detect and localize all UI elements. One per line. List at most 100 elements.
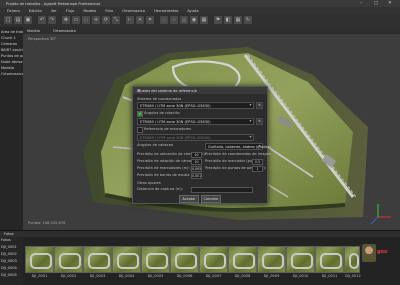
brand-logo: geo [377,249,388,255]
capture-distance-input[interactable] [191,187,253,193]
list-item[interactable]: DJI_0005 [1,273,17,277]
workspace-item[interactable]: Modelo [1,66,14,70]
photos-tab[interactable]: Fotos [4,232,14,236]
photo-thumbnail[interactable]: DJI_0008 [228,246,257,278]
navigation-icon[interactable]: ✥ [62,16,70,24]
camera-system-value: ETRS89 / UTM zone 30N (EPSG::25830) [140,119,211,124]
points-icon[interactable]: ∴ [160,16,168,24]
photo-thumbnail[interactable]: DJI_0007 [199,246,228,278]
scalebar-accuracy-input[interactable]: 0.001 [191,173,202,179]
photo-label: DJI_0001 [31,274,48,278]
camera-system-select[interactable]: ETRS89 / UTM zone 30N (EPSG::25830) ▾ [137,118,254,125]
photo-thumbnail[interactable]: DJI_0001 [25,246,54,278]
rotation-angles-value: Guiñada, cabeceo, alabeo (grados) [208,144,272,149]
geoid-label: Referencia de marcadores [144,127,192,131]
grid-icon[interactable]: ▦ [234,16,242,24]
photo-thumbnail[interactable]: DJI_0003 [83,246,112,278]
marker-accuracy-input[interactable]: 0.005 [191,166,202,172]
photo-thumbnail[interactable]: DJI_0006 [170,246,199,278]
photo-label: DJI_0004 [118,274,135,278]
close-icon[interactable]: ✕ [388,1,392,6]
photo-thumbnail[interactable]: DJI_0009 [257,246,286,278]
photos-pane: Fotos Fotos DJI_0001 DJI_0002 DJI_0003 D… [0,230,400,285]
list-item[interactable]: DJI_0002 [1,252,17,256]
resize-icon[interactable]: ⤡ [112,16,120,24]
view-tabs: Modelo Ortomosaico [23,27,400,34]
rotation-checkbox[interactable]: ✓ [137,111,143,117]
photo-thumbnail[interactable]: DJI_0004 [112,246,141,278]
photo-thumbnail[interactable]: DJI_0012 [344,246,361,278]
avatar [362,244,376,262]
ruler-icon[interactable]: ⊢ [126,16,134,24]
list-item[interactable]: Fotos [1,238,11,242]
redo-icon[interactable]: ↷ [48,16,56,24]
toolbar: □ ▤ ▣ ↶ ↷ ✥ ▭ ◌ ✛ ⟳ ⤡ ⊢ ✕ ⌗ ∴ ⁘ △ ◉ ▦ ⚑ … [0,14,400,28]
tab-ortho[interactable]: Ortomosaico [53,29,76,33]
globe-icon[interactable]: ⊕ [256,102,263,109]
close-icon[interactable]: ✕ [137,89,264,94]
ok-button[interactable]: Aceptar [179,195,199,203]
cancel-button[interactable]: Cancelar [201,195,221,203]
mesh-icon[interactable]: △ [180,16,188,24]
workspace-panel: Área de trabajo Chunk 1 Cámaras 86/87 po… [0,27,31,230]
workspace-item[interactable]: Nube densa [1,60,22,64]
workspace-item[interactable]: Ortomosaico [1,72,24,76]
photo-thumbnail[interactable]: DJI_0005 [141,246,170,278]
viewport-perspective: Perspectiva 30° [28,37,57,41]
dense-cloud-icon[interactable]: ⁘ [170,16,178,24]
accuracy-label: Ángulos de cabeceo [137,143,174,147]
marker-system-select[interactable]: ETRS89 / UTM zone 30N (EPSG::25830) ▾ [137,134,254,141]
title-bar: Projeto de trabalho - Agisoft Metashape … [0,0,400,7]
coord-system-select[interactable]: ETRS89 / UTM zone 30N (EPSG::25830) ▾ [137,102,254,109]
viewport-point-count: Puntos: 146,335,678 [28,221,66,225]
geoid-checkbox[interactable] [137,127,143,133]
photo-label: DJI_0011 [321,274,338,278]
reset-view-icon[interactable]: ↻ [244,16,252,24]
camera-accuracy-input[interactable]: 10 [191,152,202,158]
texture-icon[interactable]: ▦ [200,16,208,24]
view-icon[interactable]: ◧ [224,16,232,24]
list-item[interactable]: DJI_0001 [1,245,17,249]
tab-model[interactable]: Modelo [27,29,40,33]
marker-px-input[interactable]: 0.5 [252,159,263,165]
workspace-item[interactable]: Chunk 1 [1,36,16,40]
photo-label: DJI_0003 [89,274,106,278]
new-icon[interactable]: □ [4,16,12,24]
rotate-icon[interactable]: ⟳ [102,16,110,24]
maximize-icon[interactable]: □ [374,1,378,6]
photos-side-list: Fotos DJI_0001 DJI_0002 DJI_0003 DJI_000… [0,237,23,285]
open-icon[interactable]: ▤ [14,16,22,24]
save-icon[interactable]: ▣ [24,16,32,24]
undo-icon[interactable]: ↶ [38,16,46,24]
photo-label: DJI_0002 [60,274,77,278]
crop-icon[interactable]: ⌗ [146,16,154,24]
marker-icon[interactable]: ⚑ [214,16,222,24]
photo-thumbnail[interactable]: DJI_0010 [286,246,315,278]
coord-system-label: Sistema de coordenadas [137,97,182,101]
camera-icon[interactable]: ◉ [190,16,198,24]
photo-label: DJI_0010 [292,274,309,278]
lasso-icon[interactable]: ◌ [82,16,90,24]
workspace-item[interactable]: Cámaras [1,42,17,46]
list-item[interactable]: DJI_0003 [1,259,17,263]
rotation-label: Ángulos de rotación [144,111,180,115]
delete-icon[interactable]: ✕ [136,16,144,24]
photo-thumbnail[interactable]: DJI_0002 [54,246,83,278]
chevron-down-icon: ▾ [258,143,261,148]
chevron-down-icon: ▾ [249,134,252,139]
globe-icon[interactable]: ⊕ [256,118,263,125]
list-item[interactable]: DJI_0004 [1,266,17,270]
rotation-accuracy-input[interactable]: 10 [191,159,202,165]
move-icon[interactable]: ✛ [92,16,100,24]
window-title: Projeto de trabalho - Agisoft Metashape … [6,1,100,6]
rotation-angles-select[interactable]: Guiñada, cabeceo, alabeo (grados) ▾ [205,143,271,150]
minimize-icon[interactable]: – [360,1,362,6]
menu-bar: Fichero Edición Ver Flujo Modelo Foto Or… [0,7,400,14]
photo-label: DJI_0009 [263,274,280,278]
select-icon[interactable]: ▭ [72,16,80,24]
photo-label: DJI_0012 [345,274,361,278]
photo-label: DJI_0008 [234,274,251,278]
tie-px-input[interactable]: 1 [252,166,263,172]
photo-thumbnail[interactable]: DJI_0011 [315,246,344,278]
scalebar-accuracy-label: Precisión de barras de escala (m): [137,173,199,177]
